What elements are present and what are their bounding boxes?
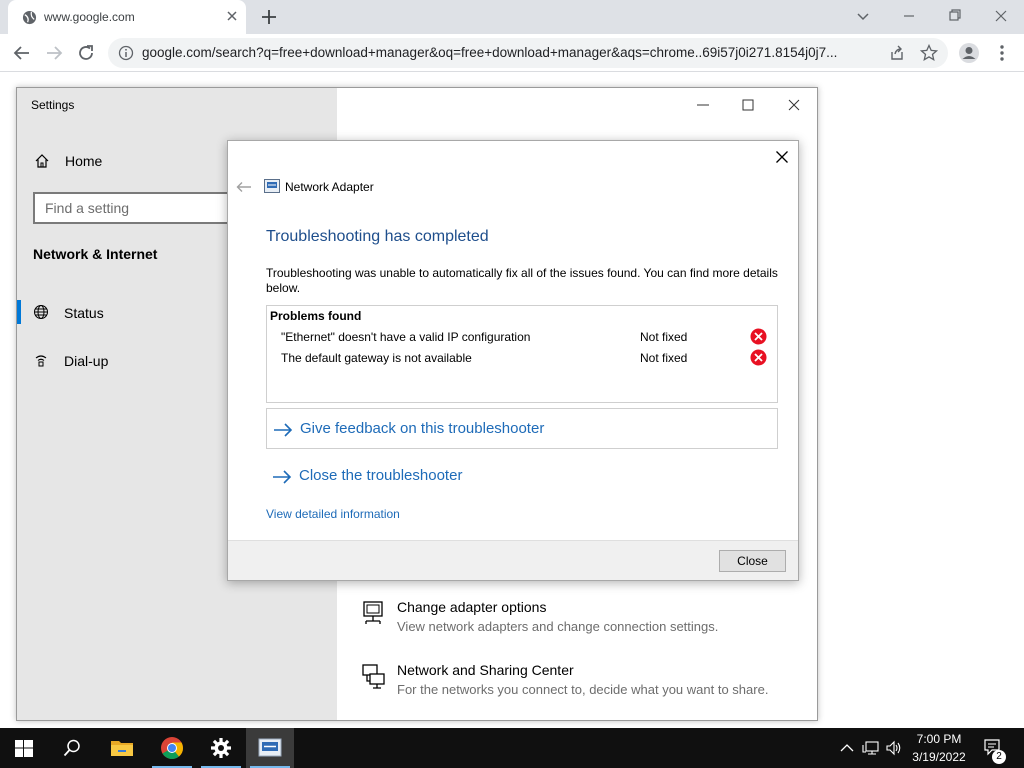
selected-indicator: [17, 300, 21, 324]
error-icon: [750, 349, 767, 366]
forward-icon[interactable]: [43, 42, 65, 64]
back-icon[interactable]: [11, 42, 33, 64]
start-button[interactable]: [0, 728, 48, 768]
dialog-footer: Close: [228, 540, 798, 580]
arrow-right-icon: [273, 470, 292, 484]
show-hidden-icons-icon[interactable]: [838, 739, 856, 757]
find-setting-placeholder: Find a setting: [45, 200, 130, 216]
home-icon[interactable]: [34, 153, 50, 169]
error-icon: [750, 328, 767, 345]
give-feedback-box[interactable]: Give feedback on this troubleshooter: [266, 408, 778, 449]
problem-row[interactable]: "Ethernet" doesn't have a valid IP confi…: [267, 328, 777, 348]
network-sharing-center-link[interactable]: Network and Sharing Center: [397, 662, 574, 678]
taskbar: 7:00 PM 3/19/2022 2: [0, 728, 1024, 768]
dialup-icon: [35, 355, 47, 367]
new-tab-icon[interactable]: [259, 7, 279, 27]
notification-count-badge: 2: [992, 750, 1006, 764]
problems-found-panel: Problems found "Ethernet" doesn't have a…: [266, 305, 778, 403]
site-info-icon[interactable]: [118, 45, 134, 61]
dialog-description: Troubleshooting was unable to automatica…: [266, 266, 778, 295]
network-status-icon[interactable]: [862, 739, 880, 757]
close-tab-icon[interactable]: [224, 8, 240, 24]
problem-status: Not fixed: [640, 351, 688, 365]
close-window-icon[interactable]: [989, 6, 1013, 26]
close-troubleshooter-label: Close the troubleshooter: [299, 467, 463, 484]
taskbar-chrome[interactable]: [148, 728, 196, 768]
clock-date[interactable]: 3/19/2022: [906, 750, 972, 764]
taskbar-troubleshooter[interactable]: [246, 728, 294, 768]
network-adapter-app-icon: [258, 738, 282, 757]
network-adapter-icon: [363, 601, 383, 624]
problem-name: The default gateway is not available: [281, 351, 472, 365]
sidebar-item-dialup[interactable]: Dial-up: [64, 353, 108, 369]
restore-icon[interactable]: [943, 6, 967, 26]
home-nav-item[interactable]: Home: [65, 153, 102, 169]
menu-kebab-icon[interactable]: [991, 42, 1013, 64]
change-adapter-options-link[interactable]: Change adapter options: [397, 599, 546, 615]
dialog-app-title: Network Adapter: [285, 180, 374, 194]
browser-tab[interactable]: www.google.com: [8, 0, 246, 34]
browser-toolbar: google.com/search?q=free+download+manage…: [0, 34, 1024, 72]
search-icon: [63, 739, 80, 757]
dialog-heading: Troubleshooting has completed: [266, 228, 489, 245]
bookmark-star-icon[interactable]: [920, 44, 938, 62]
share-icon[interactable]: [888, 44, 906, 62]
sidebar-item-status[interactable]: Status: [64, 305, 104, 321]
address-bar[interactable]: google.com/search?q=free+download+manage…: [108, 38, 948, 68]
volume-icon[interactable]: [885, 739, 903, 757]
settings-minimize-icon[interactable]: [693, 96, 713, 114]
close-button[interactable]: Close: [719, 550, 786, 572]
give-feedback-label: Give feedback on this troubleshooter: [300, 420, 545, 437]
taskbar-settings[interactable]: [197, 728, 245, 768]
problem-status: Not fixed: [640, 330, 688, 344]
arrow-right-icon: [274, 423, 293, 437]
windows-logo-icon: [15, 740, 33, 757]
network-sharing-center-desc: For the networks you connect to, decide …: [397, 682, 769, 697]
browser-tab-strip: www.google.com: [0, 0, 1024, 34]
troubleshooter-dialog: Network Adapter Troubleshooting has comp…: [227, 140, 799, 581]
clock-time[interactable]: 7:00 PM: [906, 732, 972, 746]
url-text[interactable]: google.com/search?q=free+download+manage…: [142, 45, 877, 60]
section-title: Network & Internet: [33, 246, 158, 262]
network-adapter-app-icon: [264, 179, 280, 193]
chrome-icon: [161, 737, 184, 759]
reload-icon[interactable]: [75, 42, 97, 64]
problems-header: Problems found: [270, 309, 362, 323]
change-adapter-options-desc: View network adapters and change connect…: [397, 619, 719, 634]
sharing-center-icon: [362, 664, 385, 689]
globe-icon: [22, 10, 37, 25]
problem-row[interactable]: The default gateway is not available Not…: [267, 349, 777, 369]
profile-avatar-icon[interactable]: [958, 42, 980, 64]
tab-title: www.google.com: [44, 10, 135, 24]
settings-close-icon[interactable]: [784, 96, 804, 114]
settings-window-title: Settings: [31, 98, 75, 112]
problem-name: "Ethernet" doesn't have a valid IP confi…: [281, 330, 531, 344]
back-arrow-icon[interactable]: [236, 181, 252, 193]
folder-icon: [111, 741, 133, 756]
tab-search-icon[interactable]: [851, 6, 875, 26]
gear-icon: [211, 738, 231, 758]
settings-maximize-icon[interactable]: [738, 96, 758, 114]
dialog-close-icon[interactable]: [774, 149, 790, 165]
taskbar-search-button[interactable]: [48, 728, 96, 768]
view-detailed-information-link[interactable]: View detailed information: [266, 507, 400, 521]
minimize-icon[interactable]: [897, 6, 921, 26]
taskbar-file-explorer[interactable]: [98, 728, 146, 768]
globe-icon: [34, 305, 48, 319]
